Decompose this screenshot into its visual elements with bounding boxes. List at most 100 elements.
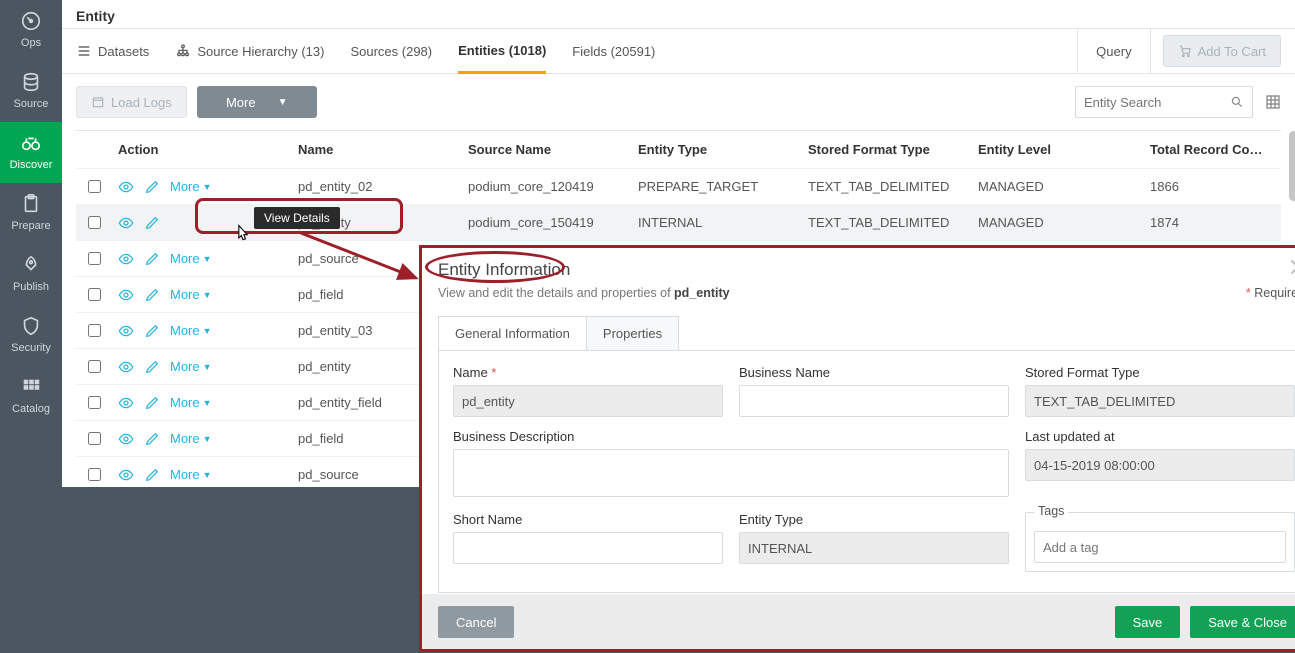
business-desc-input[interactable]	[453, 449, 1009, 497]
row-checkbox[interactable]	[88, 252, 101, 265]
calendar-icon	[91, 95, 105, 109]
page-title: Entity	[76, 8, 115, 24]
row-more-link[interactable]: More ▼	[170, 179, 212, 194]
short-name-input[interactable]	[453, 532, 723, 564]
cart-icon	[1178, 44, 1192, 58]
nav-catalog[interactable]: Catalog	[0, 366, 62, 427]
eye-icon[interactable]	[118, 431, 134, 447]
more-dropdown[interactable]: More ▼	[197, 86, 317, 118]
tab-general-info[interactable]: General Information	[438, 316, 587, 351]
pencil-icon[interactable]	[144, 179, 160, 195]
row-more-link[interactable]: More ▼	[170, 359, 212, 374]
col-level: Entity Level	[972, 142, 1144, 157]
add-to-cart-button[interactable]: Add To Cart	[1163, 35, 1281, 67]
nav-security[interactable]: Security	[0, 305, 62, 366]
business-name-input[interactable]	[739, 385, 1009, 417]
cell-etype: PREPARE_TARGET	[632, 179, 802, 194]
nav-discover[interactable]: Discover	[0, 122, 62, 183]
tab-fields[interactable]: Fields (20591)	[572, 29, 655, 73]
nav-catalog-label: Catalog	[12, 403, 50, 415]
tab-sources-label: Sources (298)	[350, 44, 432, 59]
row-more-link[interactable]: More ▼	[170, 467, 212, 482]
row-checkbox[interactable]	[88, 288, 101, 301]
tab-datasets-label: Datasets	[98, 44, 149, 59]
nav-prepare[interactable]: Prepare	[0, 183, 62, 244]
pencil-icon[interactable]	[144, 395, 160, 411]
sidebar: Ops Source Discover Prepare Publish Secu…	[0, 0, 62, 653]
add-cart-label: Add To Cart	[1198, 44, 1266, 59]
eye-icon[interactable]	[118, 179, 134, 195]
modal-title: Entity Information	[438, 260, 1295, 280]
hierarchy-icon	[175, 43, 191, 59]
row-more-link[interactable]: More ▼	[170, 431, 212, 446]
nav-ops-label: Ops	[21, 37, 41, 49]
tags-input[interactable]	[1034, 531, 1286, 563]
row-checkbox[interactable]	[88, 468, 101, 481]
tab-sources[interactable]: Sources (298)	[350, 29, 432, 73]
field-name: Name *	[453, 365, 723, 417]
row-checkbox[interactable]	[88, 360, 101, 373]
row-checkbox[interactable]	[88, 216, 101, 229]
entity-search[interactable]	[1075, 86, 1253, 118]
entity-info-modal: Entity Information View and edit the det…	[420, 246, 1295, 650]
eye-icon[interactable]	[118, 215, 134, 231]
eye-icon[interactable]	[118, 251, 134, 267]
cell-source: podium_core_150419	[462, 215, 632, 230]
shield-icon	[20, 315, 42, 337]
row-checkbox[interactable]	[88, 396, 101, 409]
eye-icon[interactable]	[118, 323, 134, 339]
pencil-icon[interactable]	[144, 431, 160, 447]
row-checkbox[interactable]	[88, 432, 101, 445]
row-more-link[interactable]: More ▼	[170, 323, 212, 338]
pencil-icon[interactable]	[144, 215, 160, 231]
close-icon[interactable]	[1287, 256, 1295, 278]
table-settings-icon[interactable]	[1265, 94, 1281, 110]
stored-format-input[interactable]	[1025, 385, 1295, 417]
tab-datasets[interactable]: Datasets	[76, 29, 149, 73]
nav-publish[interactable]: Publish	[0, 244, 62, 305]
save-close-button[interactable]: Save & Close	[1190, 606, 1295, 638]
cell-level: MANAGED	[972, 179, 1144, 194]
query-button[interactable]: Query	[1077, 29, 1150, 73]
entity-type-input[interactable]	[739, 532, 1009, 564]
field-stored-format: Stored Format Type	[1025, 365, 1295, 417]
vertical-scrollbar[interactable]	[1289, 131, 1295, 201]
eye-icon[interactable]	[118, 467, 134, 483]
modal-footer: Cancel Save Save & Close	[420, 594, 1295, 650]
cancel-button[interactable]: Cancel	[438, 606, 514, 638]
view-details-tooltip: View Details	[254, 207, 340, 229]
pencil-icon[interactable]	[144, 359, 160, 375]
col-count: Total Record Count	[1144, 142, 1274, 157]
required-indicator: * Required	[1246, 286, 1295, 300]
row-more-link[interactable]: More ▼	[170, 287, 212, 302]
name-input[interactable]	[453, 385, 723, 417]
binoculars-icon	[20, 132, 42, 154]
row-checkbox[interactable]	[88, 180, 101, 193]
eye-icon[interactable]	[118, 287, 134, 303]
table-row[interactable]: More ▼pd_entity_02podium_core_120419PREP…	[76, 169, 1281, 205]
save-button[interactable]: Save	[1115, 606, 1181, 638]
tab-source-hierarchy[interactable]: Source Hierarchy (13)	[175, 29, 324, 73]
eye-icon[interactable]	[118, 395, 134, 411]
col-fmt: Stored Format Type	[802, 142, 972, 157]
field-tags: Tags	[1025, 512, 1295, 572]
last-updated-input[interactable]	[1025, 449, 1295, 481]
gauge-icon	[20, 10, 42, 32]
pencil-icon[interactable]	[144, 323, 160, 339]
nav-source[interactable]: Source	[0, 61, 62, 122]
eye-icon[interactable]	[118, 359, 134, 375]
nav-ops[interactable]: Ops	[0, 0, 62, 61]
pencil-icon[interactable]	[144, 251, 160, 267]
pencil-icon[interactable]	[144, 287, 160, 303]
pencil-icon[interactable]	[144, 467, 160, 483]
field-business-name: Business Name	[739, 365, 1009, 417]
tab-entities[interactable]: Entities (1018)	[458, 30, 546, 74]
search-input[interactable]	[1084, 95, 1224, 110]
row-checkbox[interactable]	[88, 324, 101, 337]
col-etype: Entity Type	[632, 142, 802, 157]
row-more-link[interactable]: More ▼	[170, 251, 212, 266]
row-more-link[interactable]: More ▼	[170, 395, 212, 410]
nav-discover-label: Discover	[10, 159, 53, 171]
load-logs-button[interactable]: Load Logs	[76, 86, 187, 118]
tab-properties[interactable]: Properties	[586, 316, 679, 351]
